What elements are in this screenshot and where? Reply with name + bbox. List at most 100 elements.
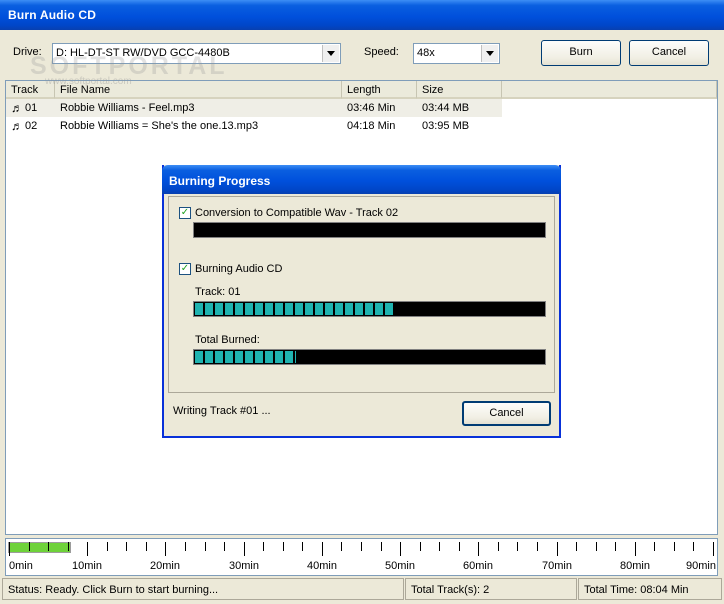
conversion-progress-bar	[193, 222, 546, 238]
track-list-header: Track File Name Length Size	[6, 81, 717, 99]
table-row[interactable]: ♬ 01 Robbie Williams - Feel.mp3 03:46 Mi…	[6, 99, 502, 117]
ruler-label: 20min	[150, 560, 180, 572]
total-progress-fill	[195, 351, 296, 363]
music-note-icon: ♬	[11, 101, 23, 115]
ruler-label: 50min	[385, 560, 415, 572]
dialog-cancel-button[interactable]: Cancel	[462, 401, 551, 426]
toolbar: Drive: D: HL-DT-ST RW/DVD GCC-4480B Spee…	[0, 30, 724, 80]
dialog-title: Burning Progress	[169, 174, 271, 188]
drive-select[interactable]: D: HL-DT-ST RW/DVD GCC-4480B	[52, 43, 341, 64]
track-size: 03:44 MB	[422, 102, 470, 114]
ruler-label: 90min	[686, 560, 716, 572]
ruler-tick	[459, 542, 460, 551]
ruler-tick	[498, 542, 499, 551]
window-title: Burn Audio CD	[8, 8, 97, 22]
ruler-tick	[361, 542, 362, 551]
total-time: Total Time: 08:04 Min	[578, 578, 722, 600]
ruler-tick	[185, 542, 186, 551]
total-tracks: Total Track(s): 2	[405, 578, 577, 600]
ruler-tick	[654, 542, 655, 551]
music-note-icon: ♬	[11, 119, 23, 133]
dialog-title-bar[interactable]: Burning Progress	[162, 165, 561, 194]
ruler-tick	[596, 542, 597, 551]
ruler-label: 10min	[72, 560, 102, 572]
ruler-label: 30min	[229, 560, 259, 572]
column-header-spacer	[502, 81, 717, 99]
status-text: Status: Ready. Click Burn to start burni…	[2, 578, 404, 600]
ruler-tick	[693, 542, 694, 551]
burn-button[interactable]: Burn	[541, 40, 621, 66]
ruler-tick	[9, 542, 10, 556]
track-progress-label: Track: 01	[195, 286, 241, 298]
conversion-label: Conversion to Compatible Wav - Track 02	[195, 207, 399, 219]
ruler-label: 60min	[463, 560, 493, 572]
ruler-label: 40min	[307, 560, 337, 572]
status-bar: Status: Ready. Click Burn to start burni…	[0, 578, 724, 604]
ruler-tick	[68, 542, 69, 551]
ruler-tick	[29, 542, 30, 551]
ruler-tick	[224, 542, 225, 551]
cancel-button[interactable]: Cancel	[629, 40, 709, 66]
track-file-name: Robbie Williams = She's the one.13.mp3	[60, 120, 259, 132]
ruler-tick	[537, 542, 538, 551]
ruler-tick	[576, 542, 577, 551]
ruler-tick	[478, 542, 479, 556]
ruler-tick	[420, 542, 421, 551]
track-progress-fill	[195, 303, 394, 315]
track-number: 01	[25, 102, 38, 114]
track-length: 03:46 Min	[347, 102, 396, 114]
ruler-tick	[126, 542, 127, 551]
ruler-tick	[146, 542, 147, 551]
ruler-tick	[165, 542, 166, 556]
column-header-length[interactable]: Length	[342, 81, 417, 99]
ruler-tick	[557, 542, 558, 556]
track-size: 03:95 MB	[422, 120, 470, 132]
drive-label: Drive:	[13, 46, 42, 58]
burning-progress-dialog: Burning Progress ✓ Conversion to Compati…	[162, 165, 561, 438]
ruler-tick	[381, 542, 382, 551]
ruler-tick	[439, 542, 440, 551]
ruler-tick	[615, 542, 616, 551]
ruler-tick	[302, 542, 303, 551]
speed-value: 48x	[417, 47, 435, 59]
ruler-tick	[400, 542, 401, 556]
column-header-size[interactable]: Size	[417, 81, 502, 99]
drive-value: D: HL-DT-ST RW/DVD GCC-4480B	[56, 47, 230, 59]
ruler-tick	[205, 542, 206, 551]
track-file-name: Robbie Williams - Feel.mp3	[60, 102, 195, 114]
table-row[interactable]: ♬ 02 Robbie Williams = She's the one.13.…	[6, 117, 502, 135]
speed-label: Speed:	[364, 46, 399, 58]
ruler-tick	[244, 542, 245, 556]
track-progress-bar	[193, 301, 546, 317]
ruler-tick	[517, 542, 518, 551]
burning-label: Burning Audio CD	[195, 263, 283, 275]
ruler-label: 70min	[542, 560, 572, 572]
ruler-tick	[107, 542, 108, 551]
ruler-tick	[713, 542, 714, 556]
column-header-track[interactable]: Track	[6, 81, 55, 99]
ruler-tick	[283, 542, 284, 551]
ruler-tick	[263, 542, 264, 551]
capacity-used-fill	[8, 542, 71, 553]
chevron-down-icon[interactable]	[481, 45, 498, 62]
dialog-status-text: Writing Track #01 ...	[173, 405, 271, 417]
ruler-label: 80min	[620, 560, 650, 572]
track-length: 04:18 Min	[347, 120, 396, 132]
window-title-bar[interactable]: Burn Audio CD	[0, 0, 724, 30]
ruler-label: 0min	[9, 560, 33, 572]
ruler-tick	[674, 542, 675, 551]
track-number: 02	[25, 120, 38, 132]
burning-checkbox[interactable]: ✓	[179, 263, 191, 275]
conversion-checkbox[interactable]: ✓	[179, 207, 191, 219]
column-header-file-name[interactable]: File Name	[55, 81, 342, 99]
ruler-tick	[341, 542, 342, 551]
total-progress-bar	[193, 349, 546, 365]
cd-capacity-ruler: 0min 10min 20min 30min 40min 50min 60min 70min 8…	[5, 538, 718, 576]
chevron-down-icon[interactable]	[322, 45, 339, 62]
ruler-tick	[322, 542, 323, 556]
ruler-tick	[48, 542, 49, 551]
total-burned-label: Total Burned:	[195, 334, 260, 346]
ruler-tick	[87, 542, 88, 556]
speed-select[interactable]: 48x	[413, 43, 500, 64]
ruler-tick	[635, 542, 636, 556]
